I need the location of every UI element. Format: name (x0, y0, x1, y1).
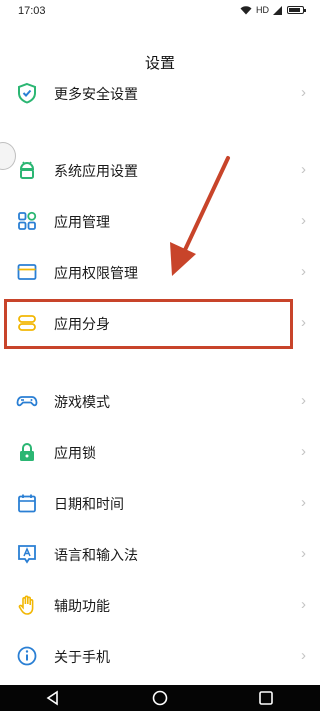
status-bar: 17:03 HD (0, 0, 320, 24)
chevron-right-icon: › (301, 545, 306, 562)
status-icons: HD (240, 5, 306, 15)
settings-item-label: 系统应用设置 (54, 163, 138, 179)
settings-item-label: 应用管理 (54, 214, 110, 230)
chevron-right-icon: › (301, 494, 306, 511)
back-icon[interactable] (44, 689, 62, 707)
settings-item-date-time[interactable]: 日期和时间 › (0, 479, 320, 529)
settings-item-about-phone[interactable]: 关于手机 › (0, 632, 320, 682)
settings-item-label: 关于手机 (54, 649, 110, 665)
settings-item-system-apps[interactable]: 系统应用设置 › (0, 146, 320, 196)
highlight-frame (4, 299, 293, 349)
hand-icon (18, 595, 34, 615)
system-nav-bar (0, 685, 320, 711)
window-icon (17, 264, 37, 280)
settings-item-label: 应用锁 (54, 445, 96, 461)
chevron-right-icon: › (301, 161, 306, 178)
signal-icon (273, 5, 282, 15)
settings-item-app-permissions[interactable]: 应用权限管理 › (0, 248, 320, 298)
shield-check-icon (18, 82, 36, 104)
gamepad-icon (16, 396, 38, 407)
android-icon (19, 161, 35, 179)
battery-icon (287, 6, 306, 14)
settings-item-accessibility[interactable]: 辅助功能 › (0, 581, 320, 631)
settings-item-label: 语言和输入法 (54, 547, 138, 563)
settings-item-app-management[interactable]: 应用管理 › (0, 197, 320, 247)
settings-item-label: 辅助功能 (54, 598, 110, 614)
chevron-right-icon: › (301, 392, 306, 409)
apps-grid-icon (18, 211, 37, 230)
status-time: 17:03 (18, 5, 46, 17)
network-label: HD (256, 5, 269, 15)
chevron-right-icon: › (301, 596, 306, 613)
settings-item-language-input[interactable]: 语言和输入法 › (0, 530, 320, 580)
settings-item-label: 应用权限管理 (54, 265, 138, 281)
settings-item-more-security[interactable]: 更多安全设置 › (0, 69, 320, 119)
chevron-right-icon: › (301, 84, 306, 101)
chevron-right-icon: › (301, 314, 306, 331)
wifi-icon (240, 5, 252, 14)
settings-item-label: 更多安全设置 (54, 86, 138, 102)
settings-item-game-mode[interactable]: 游戏模式 › (0, 377, 320, 427)
language-icon (18, 545, 36, 564)
settings-item-label: 游戏模式 (54, 394, 110, 410)
lock-icon (20, 443, 34, 461)
chevron-right-icon: › (301, 263, 306, 280)
chevron-right-icon: › (301, 647, 306, 664)
chevron-right-icon: › (301, 443, 306, 460)
settings-item-label: 日期和时间 (54, 496, 124, 512)
settings-item-app-lock[interactable]: 应用锁 › (0, 428, 320, 478)
recents-icon[interactable] (257, 689, 275, 707)
calendar-icon (18, 494, 36, 513)
chevron-right-icon: › (301, 212, 306, 229)
info-icon (17, 646, 37, 666)
home-icon[interactable] (151, 689, 169, 707)
